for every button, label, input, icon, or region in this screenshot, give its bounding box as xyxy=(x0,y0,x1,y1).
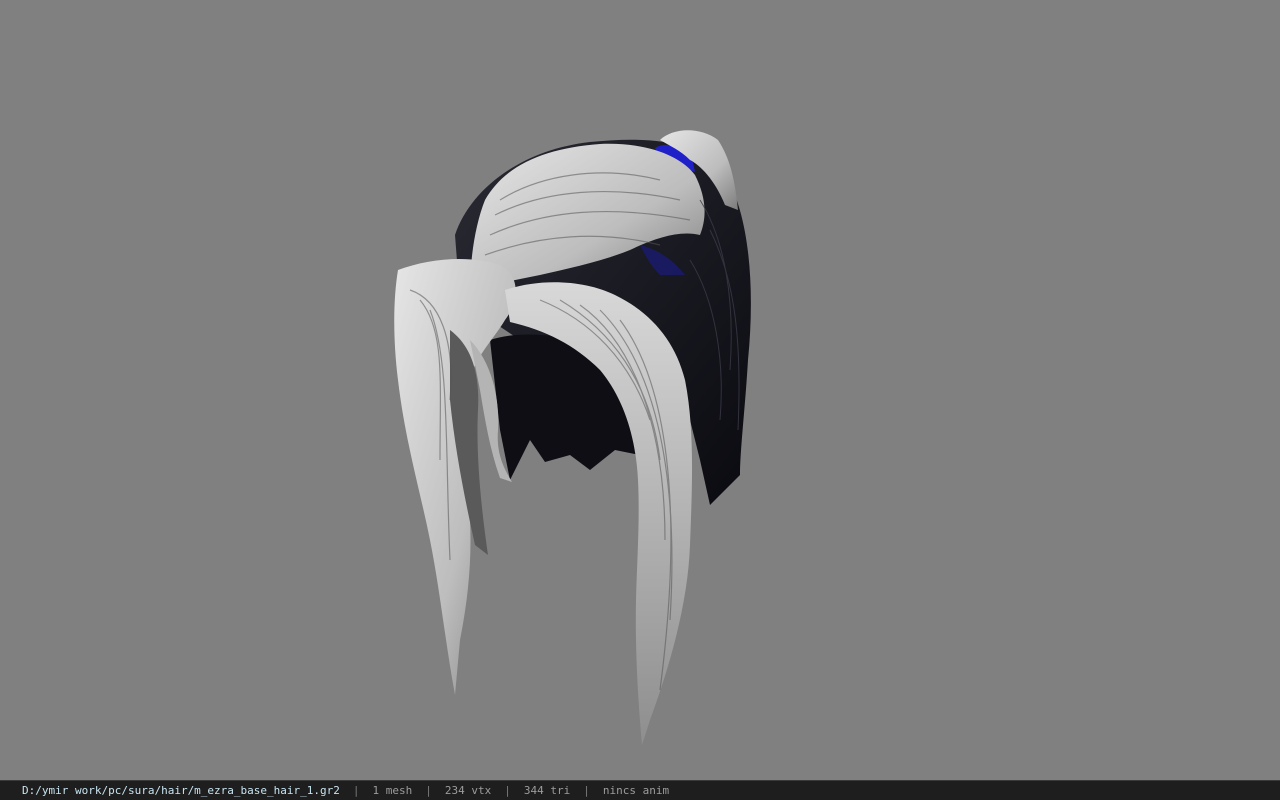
status-anim: nincs anim xyxy=(602,783,670,797)
status-separator: | xyxy=(425,783,432,797)
status-vertex-count: 234 vtx xyxy=(444,783,492,797)
status-mesh-count: 1 mesh xyxy=(372,783,413,797)
model-viewer-window: D:/ymir work/pc/sura/hair/m_ezra_base_ha… xyxy=(0,0,1280,800)
status-file-path: D:/ymir work/pc/sura/hair/m_ezra_base_ha… xyxy=(22,783,340,797)
hair-model-render xyxy=(394,130,751,745)
status-triangle-count: 344 tri xyxy=(523,783,571,797)
hair-left-strand xyxy=(394,258,516,695)
status-bar: D:/ymir work/pc/sura/hair/m_ezra_base_ha… xyxy=(0,780,1280,800)
status-separator: | xyxy=(583,783,590,797)
3d-viewport[interactable] xyxy=(0,0,1280,780)
status-separator: | xyxy=(352,783,360,797)
status-separator: | xyxy=(504,783,511,797)
